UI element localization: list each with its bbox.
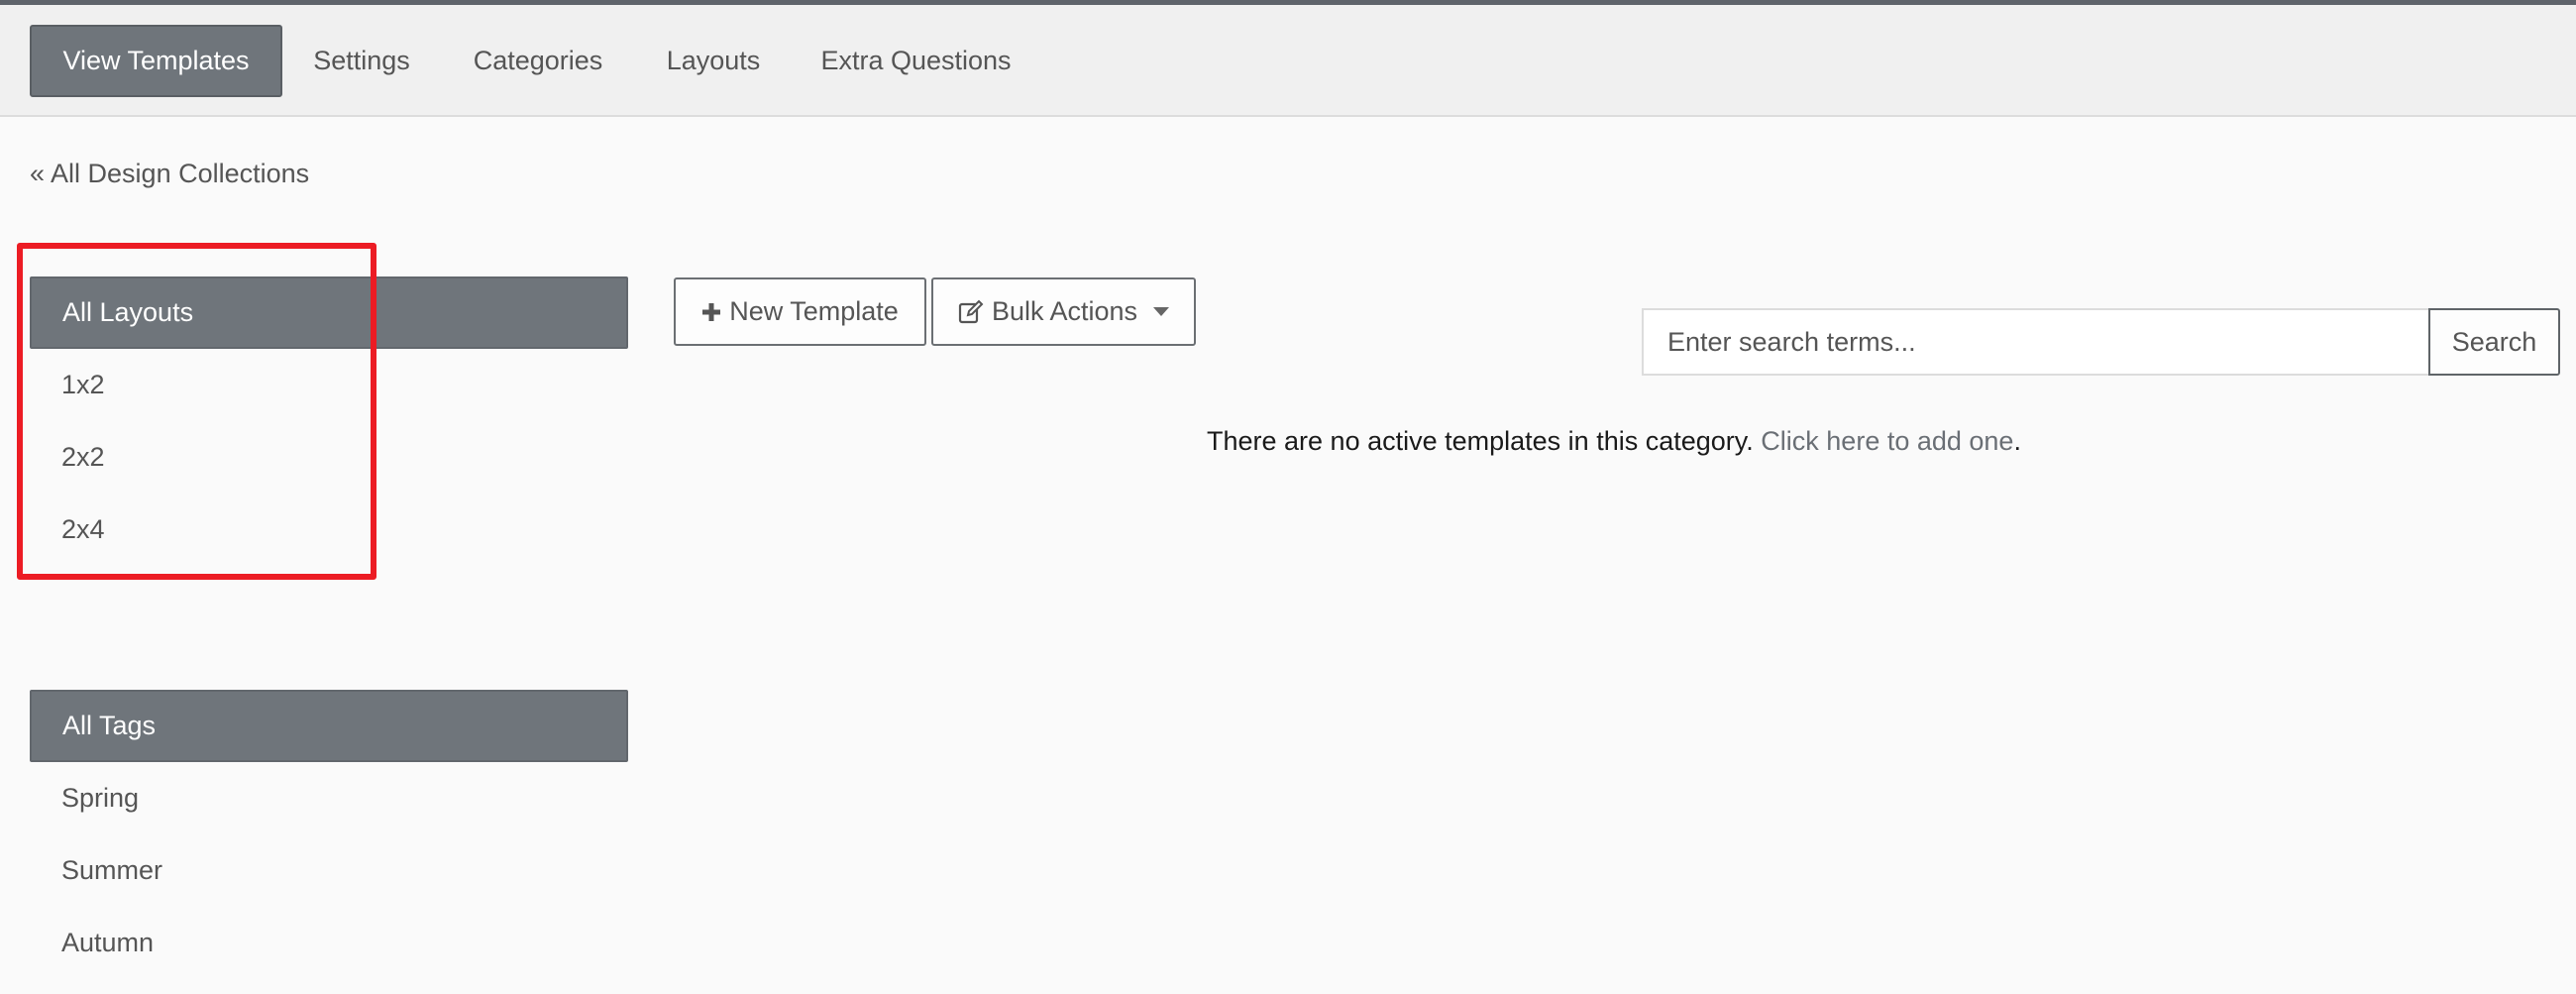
tab-categories[interactable]: Categories [454, 25, 622, 97]
plus-icon [702, 302, 721, 321]
layout-filter-all[interactable]: All Layouts [30, 276, 628, 349]
tag-filter-item[interactable]: Spring [30, 762, 628, 834]
empty-state-message: There are no active templates in this ca… [1207, 426, 2021, 457]
chevron-down-icon [1153, 307, 1170, 316]
edit-icon [958, 299, 984, 323]
bulk-actions-label: Bulk Actions [991, 296, 1138, 326]
tab-settings[interactable]: Settings [297, 25, 426, 97]
search-input[interactable] [1642, 308, 2430, 376]
layout-filter-item[interactable]: 2x4 [30, 494, 628, 566]
new-template-label: New Template [729, 296, 899, 326]
breadcrumb-all-design-collections[interactable]: « All Design Collections [30, 159, 309, 189]
add-template-link[interactable]: Click here to add one [1761, 426, 2013, 456]
empty-state-suffix: . [2013, 426, 2021, 456]
tab-extra-questions[interactable]: Extra Questions [805, 25, 1027, 97]
tag-filter-all[interactable]: All Tags [30, 690, 628, 762]
search-button[interactable]: Search [2428, 308, 2560, 376]
new-template-button[interactable]: New Template [674, 277, 926, 346]
empty-state-text: There are no active templates in this ca… [1207, 426, 1754, 456]
layout-filter-item[interactable]: 1x2 [30, 349, 628, 421]
tab-bar: View Templates Settings Categories Layou… [0, 5, 2576, 117]
tag-filter-item[interactable]: Autumn [30, 907, 628, 979]
bulk-actions-button[interactable]: Bulk Actions [931, 277, 1196, 346]
tag-filter-item[interactable]: Summer [30, 834, 628, 907]
tab-layouts[interactable]: Layouts [649, 25, 778, 97]
layout-filter-item[interactable]: 2x2 [30, 421, 628, 494]
tab-view-templates[interactable]: View Templates [30, 25, 282, 97]
